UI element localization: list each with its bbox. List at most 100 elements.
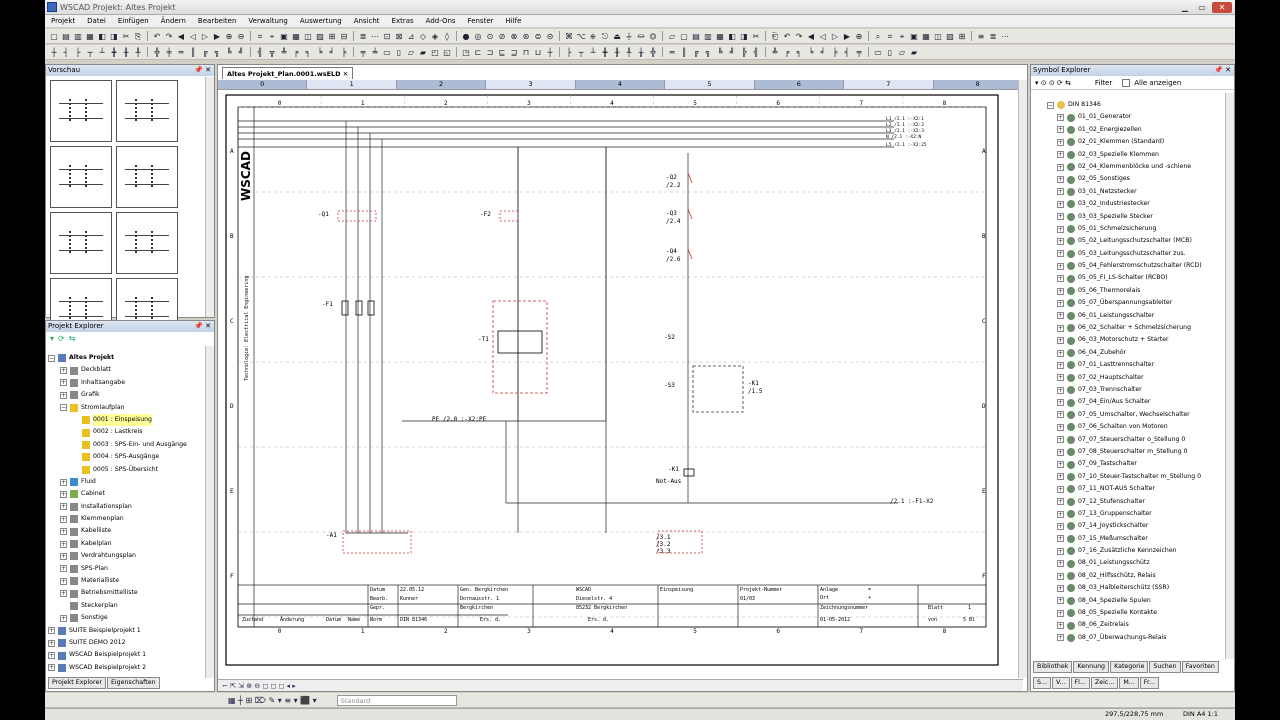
panel-tab[interactable]: Zeic... [1090,677,1119,689]
toolbar-tool-icon[interactable]: ╣ [256,48,265,57]
symbol-tree-item[interactable]: +07_11_NOT-AUS Schalter [1047,483,1219,495]
panel-tab[interactable]: Suchen [1149,661,1181,673]
expand-toggle-icon[interactable]: + [1057,361,1064,369]
toolbar-tool-icon[interactable]: ┬ [86,48,95,57]
maximize-button[interactable]: ▭ [1195,2,1209,13]
expand-toggle-icon[interactable]: + [1057,634,1064,642]
toolbar-tool-icon[interactable]: ▣ [280,32,289,41]
toolbar-tool-icon[interactable]: ╚ [225,48,234,57]
toolbar-tool-icon[interactable]: ≡ [977,32,986,41]
panel-tab[interactable]: Fl... [1070,677,1090,689]
toolbar-tool-icon[interactable]: ═ [177,48,186,57]
close-button[interactable]: ✕ [1212,1,1232,13]
expand-toggle-icon[interactable]: + [1057,374,1064,382]
menu-item[interactable]: Verwaltung [242,17,293,25]
panel-tab[interactable]: Fr... [1139,677,1159,689]
symbol-tree-item[interactable]: +08_05_Spezielle Kontakte [1047,607,1219,619]
expand-toggle-icon[interactable]: + [1057,151,1064,159]
expand-toggle-icon[interactable]: + [1057,337,1064,345]
toolbar-tool-icon[interactable]: ⌗ [886,32,895,41]
toolbar-tool-icon[interactable]: ◫ [304,32,313,41]
menu-item[interactable]: Bearbeiten [192,17,242,25]
toolbar-tool-icon[interactable]: ⏥ [668,32,677,41]
toolbar-tool-icon[interactable]: ╘ [316,48,325,57]
toolbar-tool-icon[interactable]: ╚ [716,48,725,57]
project-tree-item[interactable]: + WSCAD Beispielprojekt 1 [48,649,203,661]
project-tree-item[interactable]: + Materialliste [48,575,203,587]
toolbar-tool-icon[interactable]: ╞ [831,48,840,57]
symbol-tree-item[interactable]: +01_01_Generator [1047,111,1219,123]
toolbar-tool-icon[interactable]: ◱ [443,48,452,57]
expand-toggle-icon[interactable]: + [48,652,55,660]
expand-toggle-icon[interactable]: + [60,540,67,548]
symbol-tree-item[interactable]: +02_05_Sonstiges [1047,173,1219,185]
toolbar-tool-icon[interactable]: ⊙ [486,32,495,41]
menu-item[interactable]: Add-Ons [420,17,462,25]
toolbar-tool-icon[interactable]: ↷ [795,32,804,41]
toolbar-tool-icon[interactable]: ╕ [304,48,313,57]
symbol-tree-item[interactable]: +07_07_Steuerschalter o_Stellung 0 [1047,434,1219,446]
menu-item[interactable]: Auswertung [294,17,348,25]
toolbar-tool-icon[interactable]: ▶ [213,32,222,41]
project-tree-item[interactable]: + SUITE Beispielprojekt 1 [48,625,203,637]
expand-toggle-icon[interactable]: + [60,503,67,511]
toolbar-tool-icon[interactable]: ║ [189,48,198,57]
expand-toggle-icon[interactable]: + [60,478,67,486]
toolbar-tool-icon[interactable]: ╡ [843,48,852,57]
project-tree-item[interactable]: 0003 : SPS-Ein- und Ausgänge [48,439,203,451]
toolbar-tool-icon[interactable]: ⊘ [498,32,507,41]
symbol-tree-item[interactable]: +07_14_Joystickschalter [1047,520,1219,532]
toolbar-tool-icon[interactable]: ⊑ [498,48,507,57]
toolbar-tool-icon[interactable]: ╛ [328,48,337,57]
toolbar-tool-icon[interactable]: ▰ [419,48,428,57]
panel-pin-close[interactable]: 📌 ✕ [194,65,214,76]
panel-pin-close[interactable]: 📌 ✕ [1214,65,1234,76]
project-tree-item[interactable]: + Klemmenplan [48,513,203,525]
panel-tab[interactable]: Kennung [1073,661,1110,673]
toolbar-tool-icon[interactable]: ╔ [201,48,210,57]
toolbar-tool-icon[interactable]: ╣ [752,48,761,57]
toolbar-tool-icon[interactable]: ⊛ [522,32,531,41]
expand-toggle-icon[interactable]: + [1057,436,1064,444]
toolbar-tool-icon[interactable]: ┴ [589,48,598,57]
toolbar-tool-icon[interactable]: ╗ [704,48,713,57]
symbol-tree-item[interactable]: +05_07_Überspannungsableiter [1047,297,1219,309]
toolbar-tool-icon[interactable]: ▦ [922,32,931,41]
toolbar-tool-icon[interactable]: ┴ [98,48,107,57]
toolbar-tool-icon[interactable]: ╤ [855,48,864,57]
project-tree-item[interactable]: 0004 : SPS-Ausgänge [48,451,203,463]
toolbar-tool-icon[interactable]: ┬ [577,48,586,57]
toolbar-tool-icon[interactable]: ◰ [431,48,440,57]
page-thumbnail[interactable] [50,212,112,274]
symbol-tree-item[interactable]: +05_05_FI_LS-Schalter (RCBO) [1047,272,1219,284]
symbol-tree-item[interactable]: +06_04_Zubehör [1047,347,1219,359]
symbol-tree-item[interactable]: +06_01_Leistungsschalter [1047,310,1219,322]
expand-toggle-icon[interactable]: + [1057,312,1064,320]
panel-tab[interactable]: Kategorie [1110,661,1149,673]
expand-toggle-icon[interactable]: + [1057,299,1064,307]
schematic-canvas[interactable]: 0 0 1 1 2 2 3 3 4 4 5 5 6 6 7 7 8 8 A A B B C C D D E E F F L1 /2.1 :-… [218,91,1023,676]
format-tools[interactable]: ▦ ┼ ⊞ ⌦ ✎ ▾ ≡ ▾ ⬛ ▾ [48,696,317,705]
expand-toggle-icon[interactable]: + [1057,560,1064,568]
toolbar-tool-icon[interactable]: ⊝ [546,32,555,41]
toolbar-tool-icon[interactable]: ▷ [831,32,840,41]
expand-toggle-icon[interactable]: + [1057,485,1064,493]
toolbar-tool-icon[interactable]: ▦ [86,32,95,41]
drawing-vscrollbar[interactable] [1018,80,1027,678]
page-thumbnail[interactable] [116,80,178,142]
expand-toggle-icon[interactable]: + [1057,535,1064,543]
symbol-tree-item[interactable]: +08_06_Zeitrelais [1047,619,1219,631]
project-tree-item[interactable]: + SUITE DEMO 2012 [48,637,203,649]
expand-toggle-icon[interactable]: + [48,664,55,672]
panel-tab[interactable]: Favoriten [1181,661,1219,673]
toolbar-tool-icon[interactable]: ◨ [110,32,119,41]
symbol-tree-item[interactable]: +03_03_Spezielle Stecker [1047,211,1219,223]
toolbar-tool-icon[interactable]: ╬ [649,48,658,57]
expand-toggle-icon[interactable]: + [60,391,67,399]
symbol-tree-item[interactable]: +03_01_Netzstecker [1047,186,1219,198]
menu-item[interactable]: Fenster [462,17,500,25]
toolbar-tool-icon[interactable]: ╂ [122,48,131,57]
expand-toggle-icon[interactable]: + [60,590,67,598]
toolbar-tool-icon[interactable]: ⎋ [601,32,610,41]
toolbar-tool-icon[interactable]: ⌖ [268,32,277,41]
